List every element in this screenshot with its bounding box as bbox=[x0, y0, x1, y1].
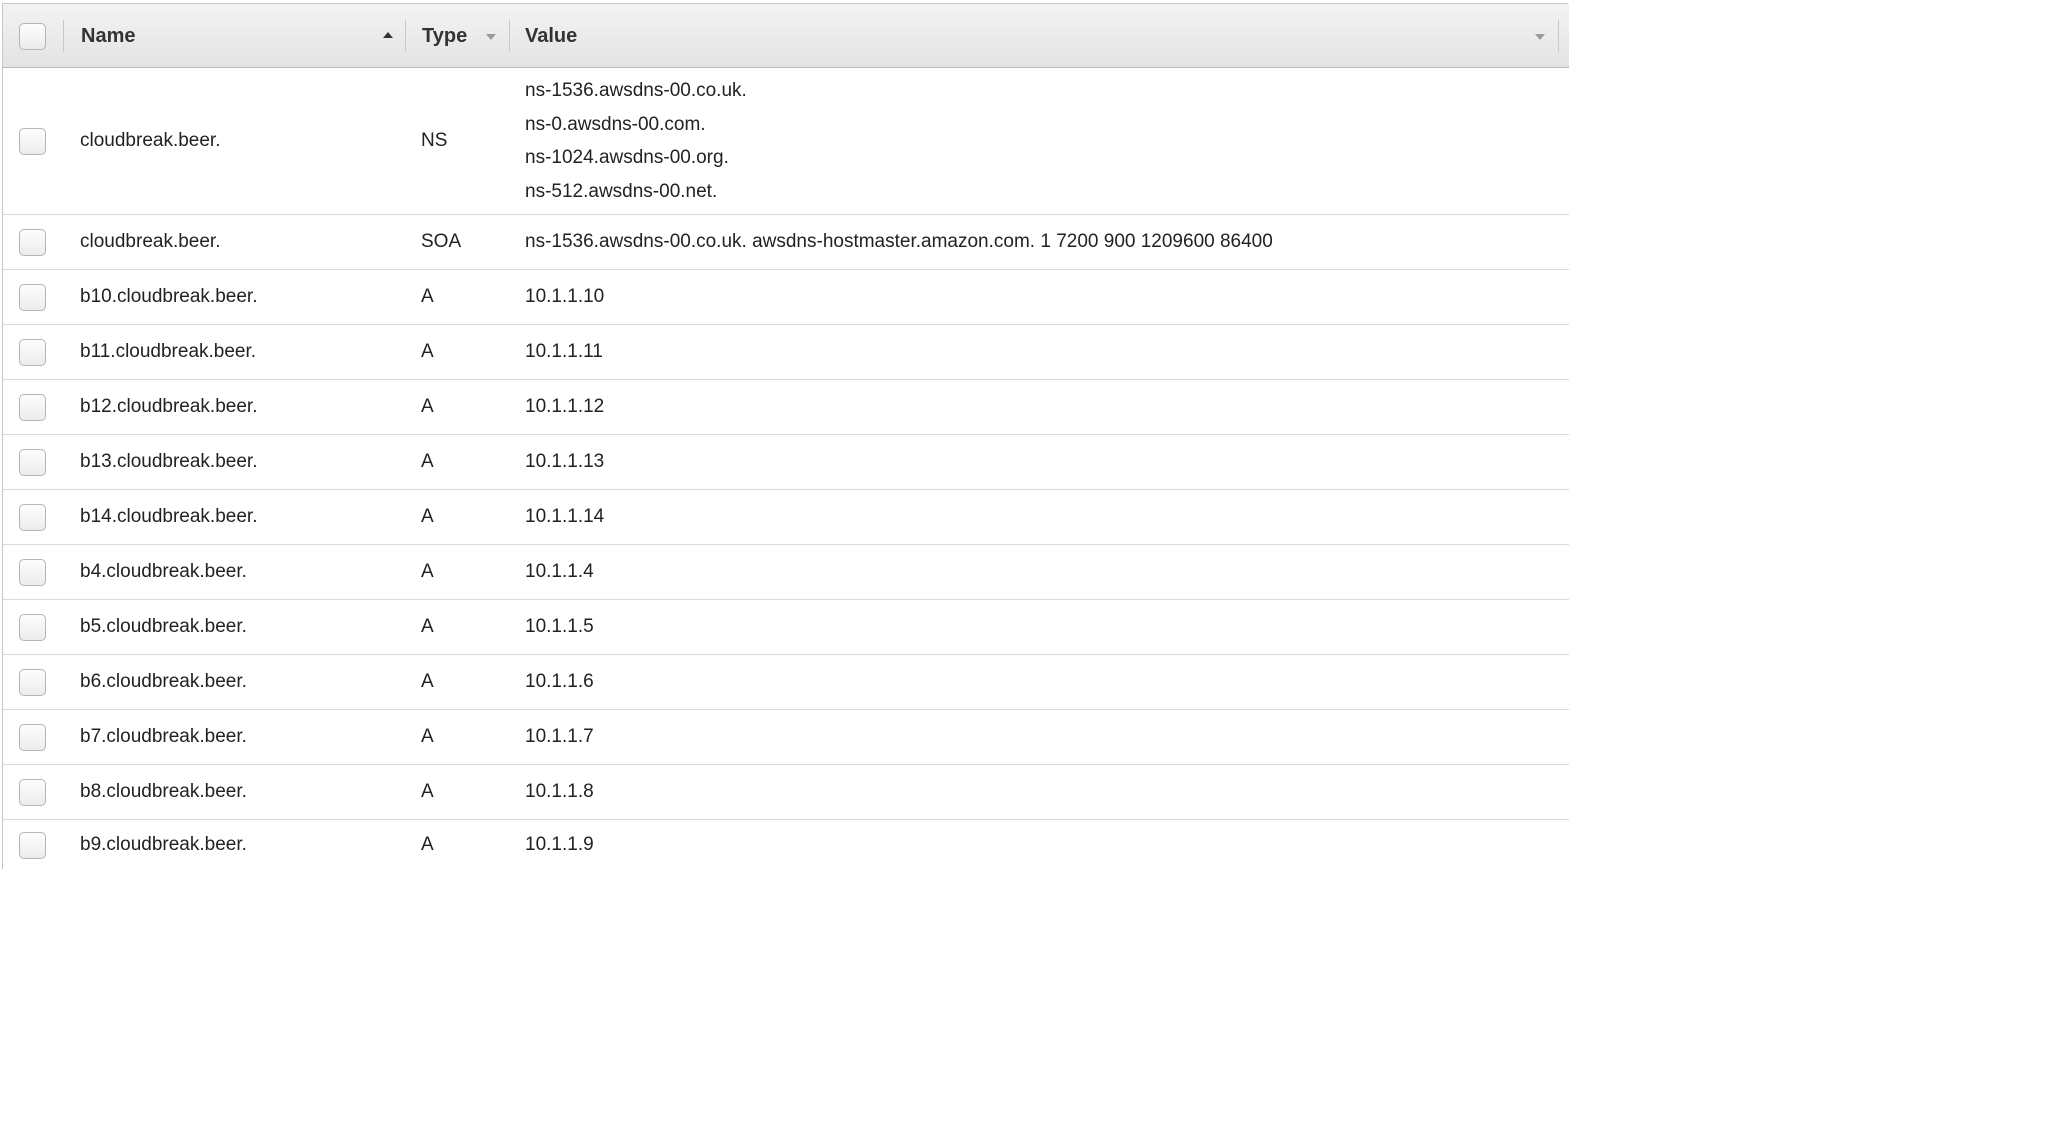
record-value: ns-512.awsdns-00.net. bbox=[525, 180, 718, 202]
column-header-type-label: Type bbox=[422, 24, 468, 47]
column-header-value-label: Value bbox=[525, 24, 578, 47]
record-value: 10.1.1.11 bbox=[525, 341, 603, 362]
record-value: 10.1.1.12 bbox=[525, 396, 605, 417]
record-value: 10.1.1.7 bbox=[525, 726, 594, 747]
row-checkbox[interactable] bbox=[19, 283, 46, 311]
record-value: ns-1536.awsdns-00.co.uk. awsdns-hostmast… bbox=[525, 231, 1273, 252]
row-checkbox-cell bbox=[19, 655, 46, 709]
record-sets-table: Name Type Value cloudbreak.beer. NS ns-1… bbox=[2, 3, 1569, 870]
record-value: 10.1.1.8 bbox=[525, 781, 594, 802]
record-name: cloudbreak.beer. bbox=[80, 130, 221, 151]
record-value: 10.1.1.6 bbox=[525, 671, 594, 692]
table-row[interactable]: b11.cloudbreak.beer. A 10.1.1.11 bbox=[3, 325, 1569, 380]
record-value: 10.1.1.5 bbox=[525, 616, 594, 637]
record-name: b9.cloudbreak.beer. bbox=[80, 834, 247, 855]
table-row[interactable]: b8.cloudbreak.beer. A 10.1.1.8 bbox=[3, 765, 1569, 820]
column-divider[interactable] bbox=[63, 20, 64, 52]
record-value: 10.1.1.10 bbox=[525, 286, 605, 307]
row-checkbox[interactable] bbox=[19, 338, 46, 366]
row-checkbox[interactable] bbox=[19, 228, 46, 256]
row-checkbox[interactable] bbox=[19, 723, 46, 751]
table-row[interactable]: b5.cloudbreak.beer. A 10.1.1.5 bbox=[3, 600, 1569, 655]
record-value-list: ns-1536.awsdns-00.co.uk. ns-0.awsdns-00.… bbox=[525, 68, 747, 214]
select-all-cell bbox=[19, 4, 46, 68]
record-value: ns-0.awsdns-00.com. bbox=[525, 113, 706, 135]
row-checkbox-cell bbox=[19, 600, 46, 654]
record-name: b11.cloudbreak.beer. bbox=[80, 341, 257, 362]
row-checkbox-cell bbox=[19, 270, 46, 324]
sort-indicator-icon bbox=[1535, 34, 1545, 40]
record-name: b8.cloudbreak.beer. bbox=[80, 781, 247, 802]
row-checkbox-cell bbox=[19, 710, 46, 764]
record-name: b7.cloudbreak.beer. bbox=[80, 726, 247, 747]
row-checkbox-cell bbox=[19, 765, 46, 819]
row-checkbox[interactable] bbox=[19, 778, 46, 806]
column-divider[interactable] bbox=[509, 20, 510, 52]
table-row[interactable]: b6.cloudbreak.beer. A 10.1.1.6 bbox=[3, 655, 1569, 710]
table-row[interactable]: cloudbreak.beer. SOA ns-1536.awsdns-00.c… bbox=[3, 215, 1569, 270]
sort-ascending-icon bbox=[383, 32, 393, 38]
record-value: 10.1.1.4 bbox=[525, 561, 594, 582]
column-header-value[interactable]: Value bbox=[525, 4, 1555, 68]
record-type: A bbox=[421, 834, 434, 855]
table-row[interactable]: b14.cloudbreak.beer. A 10.1.1.14 bbox=[3, 490, 1569, 545]
record-type: A bbox=[421, 561, 434, 582]
table-row[interactable]: b13.cloudbreak.beer. A 10.1.1.13 bbox=[3, 435, 1569, 490]
record-value: ns-1536.awsdns-00.co.uk. bbox=[525, 80, 747, 101]
sort-indicator-icon bbox=[486, 34, 496, 40]
column-divider[interactable] bbox=[405, 20, 406, 52]
select-all-checkbox[interactable] bbox=[19, 22, 46, 50]
row-checkbox[interactable] bbox=[19, 448, 46, 476]
row-checkbox[interactable] bbox=[19, 558, 46, 586]
record-name: b10.cloudbreak.beer. bbox=[80, 286, 258, 307]
record-type: A bbox=[421, 726, 434, 747]
row-checkbox-cell bbox=[19, 545, 46, 599]
row-checkbox-cell bbox=[19, 215, 46, 269]
table-header: Name Type Value bbox=[3, 4, 1569, 68]
record-name: b4.cloudbreak.beer. bbox=[80, 561, 247, 582]
table-row[interactable]: cloudbreak.beer. NS ns-1536.awsdns-00.co… bbox=[3, 68, 1569, 215]
record-value: 10.1.1.14 bbox=[525, 506, 605, 527]
column-header-type[interactable]: Type bbox=[422, 4, 506, 68]
table-row[interactable]: b7.cloudbreak.beer. A 10.1.1.7 bbox=[3, 710, 1569, 765]
row-checkbox-cell bbox=[19, 380, 46, 434]
row-checkbox[interactable] bbox=[19, 613, 46, 641]
row-checkbox[interactable] bbox=[19, 393, 46, 421]
record-name: b14.cloudbreak.beer. bbox=[80, 506, 258, 527]
row-checkbox-cell bbox=[19, 435, 46, 489]
row-checkbox-cell bbox=[19, 490, 46, 544]
row-checkbox[interactable] bbox=[19, 127, 46, 155]
table-row[interactable]: b4.cloudbreak.beer. A 10.1.1.4 bbox=[3, 545, 1569, 600]
record-type: A bbox=[421, 781, 434, 802]
row-checkbox-cell bbox=[19, 820, 46, 870]
record-value: ns-1024.awsdns-00.org. bbox=[525, 147, 729, 168]
record-type: A bbox=[421, 396, 434, 417]
row-checkbox-cell bbox=[19, 325, 46, 379]
row-checkbox[interactable] bbox=[19, 831, 46, 859]
row-checkbox-cell bbox=[19, 68, 46, 214]
column-header-name[interactable]: Name bbox=[81, 4, 403, 68]
row-checkbox[interactable] bbox=[19, 668, 46, 696]
column-header-name-label: Name bbox=[81, 24, 136, 47]
record-name: b5.cloudbreak.beer. bbox=[80, 616, 247, 637]
record-value: 10.1.1.9 bbox=[525, 834, 594, 855]
record-value: 10.1.1.13 bbox=[525, 451, 605, 472]
column-divider[interactable] bbox=[1558, 20, 1559, 52]
record-name: b6.cloudbreak.beer. bbox=[80, 671, 247, 692]
record-type: A bbox=[421, 616, 434, 637]
record-type: A bbox=[421, 341, 434, 362]
record-type: A bbox=[421, 451, 434, 472]
table-row[interactable]: b12.cloudbreak.beer. A 10.1.1.12 bbox=[3, 380, 1569, 435]
row-checkbox[interactable] bbox=[19, 503, 46, 531]
record-type: A bbox=[421, 506, 434, 527]
table-row[interactable]: b9.cloudbreak.beer. A 10.1.1.9 bbox=[3, 820, 1569, 870]
record-type: A bbox=[421, 286, 434, 307]
record-type: SOA bbox=[421, 231, 462, 252]
record-name: b12.cloudbreak.beer. bbox=[80, 396, 258, 417]
record-type: A bbox=[421, 671, 434, 692]
table-row[interactable]: b10.cloudbreak.beer. A 10.1.1.10 bbox=[3, 270, 1569, 325]
record-name: cloudbreak.beer. bbox=[80, 231, 221, 252]
record-name: b13.cloudbreak.beer. bbox=[80, 451, 258, 472]
record-type: NS bbox=[421, 130, 448, 151]
